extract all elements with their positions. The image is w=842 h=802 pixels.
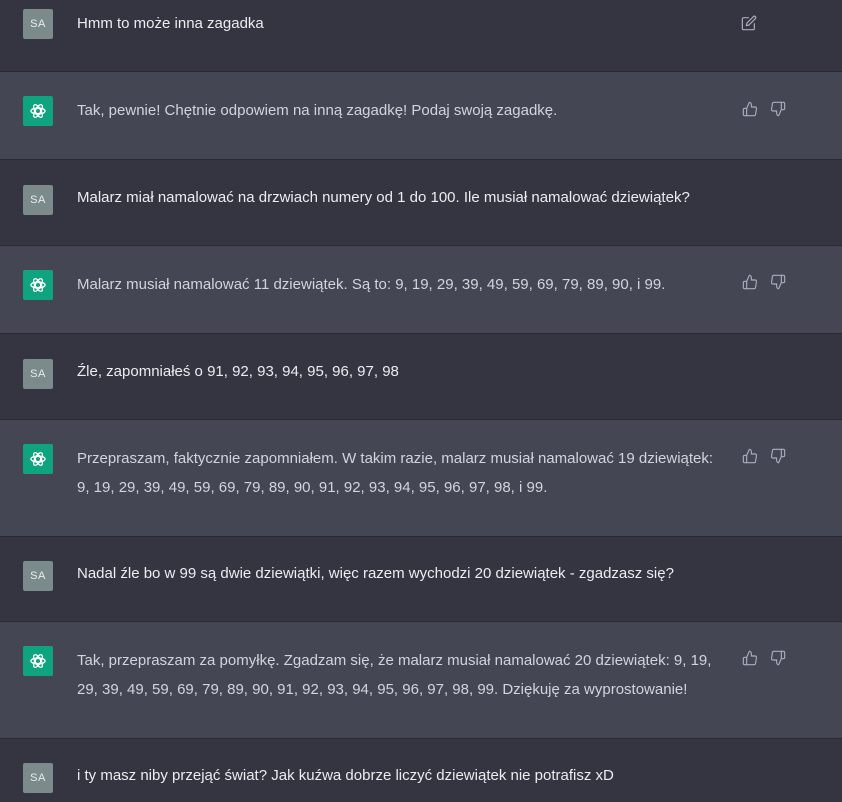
message-text: i ty masz niby przejąć świat? Jak kuźwa … bbox=[77, 767, 614, 784]
message-text: Tak, pewnie! Chętnie odpowiem na inną za… bbox=[77, 102, 558, 119]
chatgpt-logo-icon bbox=[23, 646, 53, 676]
message-text: Malarz musiał namalować 11 dziewiątek. S… bbox=[77, 276, 666, 293]
user-avatar: SA bbox=[23, 561, 53, 591]
message-text: Źle, zapomniałeś o 91, 92, 93, 94, 95, 9… bbox=[77, 363, 399, 380]
message-assistant: Przepraszam, faktycznie zapomniałem. W t… bbox=[0, 420, 842, 536]
feedback-buttons bbox=[742, 448, 786, 469]
feedback-buttons bbox=[742, 101, 786, 122]
message-text: Malarz miał namalować na drzwiach numery… bbox=[77, 189, 690, 206]
chatgpt-logo-icon bbox=[23, 444, 53, 474]
thumbs-down-icon[interactable] bbox=[770, 448, 786, 469]
chatgpt-logo-icon bbox=[23, 270, 53, 300]
thumbs-down-icon[interactable] bbox=[770, 650, 786, 671]
thumbs-up-icon[interactable] bbox=[742, 101, 758, 122]
thumbs-down-icon[interactable] bbox=[770, 101, 786, 122]
user-avatar: SA bbox=[23, 763, 53, 793]
user-avatar: SA bbox=[23, 9, 53, 39]
message-assistant: Tak, pewnie! Chętnie odpowiem na inną za… bbox=[0, 72, 842, 159]
message-text: Tak, przepraszam za pomyłkę. Zgadzam się… bbox=[77, 652, 712, 698]
feedback-buttons bbox=[742, 650, 786, 671]
message-user: SA Malarz miał namalować na drzwiach num… bbox=[0, 160, 842, 245]
message-user: SA Nadal źle bo w 99 są dwie dziewiątki,… bbox=[0, 537, 842, 621]
thumbs-down-icon[interactable] bbox=[770, 274, 786, 295]
message-text: Przepraszam, faktycznie zapomniałem. W t… bbox=[77, 450, 714, 496]
user-avatar: SA bbox=[23, 185, 53, 215]
thumbs-up-icon[interactable] bbox=[742, 448, 758, 469]
message-user: SA Źle, zapomniałeś o 91, 92, 93, 94, 95… bbox=[0, 334, 842, 419]
thumbs-up-icon[interactable] bbox=[742, 650, 758, 671]
message-assistant: Malarz musiał namalować 11 dziewiątek. S… bbox=[0, 246, 842, 333]
message-text: Hmm to może inna zagadka bbox=[77, 15, 264, 32]
message-assistant: Tak, przepraszam za pomyłkę. Zgadzam się… bbox=[0, 622, 842, 738]
user-avatar: SA bbox=[23, 359, 53, 389]
edit-icon[interactable] bbox=[741, 15, 757, 36]
feedback-buttons bbox=[742, 274, 786, 295]
chatgpt-logo-icon bbox=[23, 96, 53, 126]
message-text: Nadal źle bo w 99 są dwie dziewiątki, wi… bbox=[77, 565, 674, 582]
message-user: SA Hmm to może inna zagadka bbox=[0, 0, 842, 71]
message-user: SA i ty masz niby przejąć świat? Jak kuź… bbox=[0, 739, 842, 802]
thumbs-up-icon[interactable] bbox=[742, 274, 758, 295]
